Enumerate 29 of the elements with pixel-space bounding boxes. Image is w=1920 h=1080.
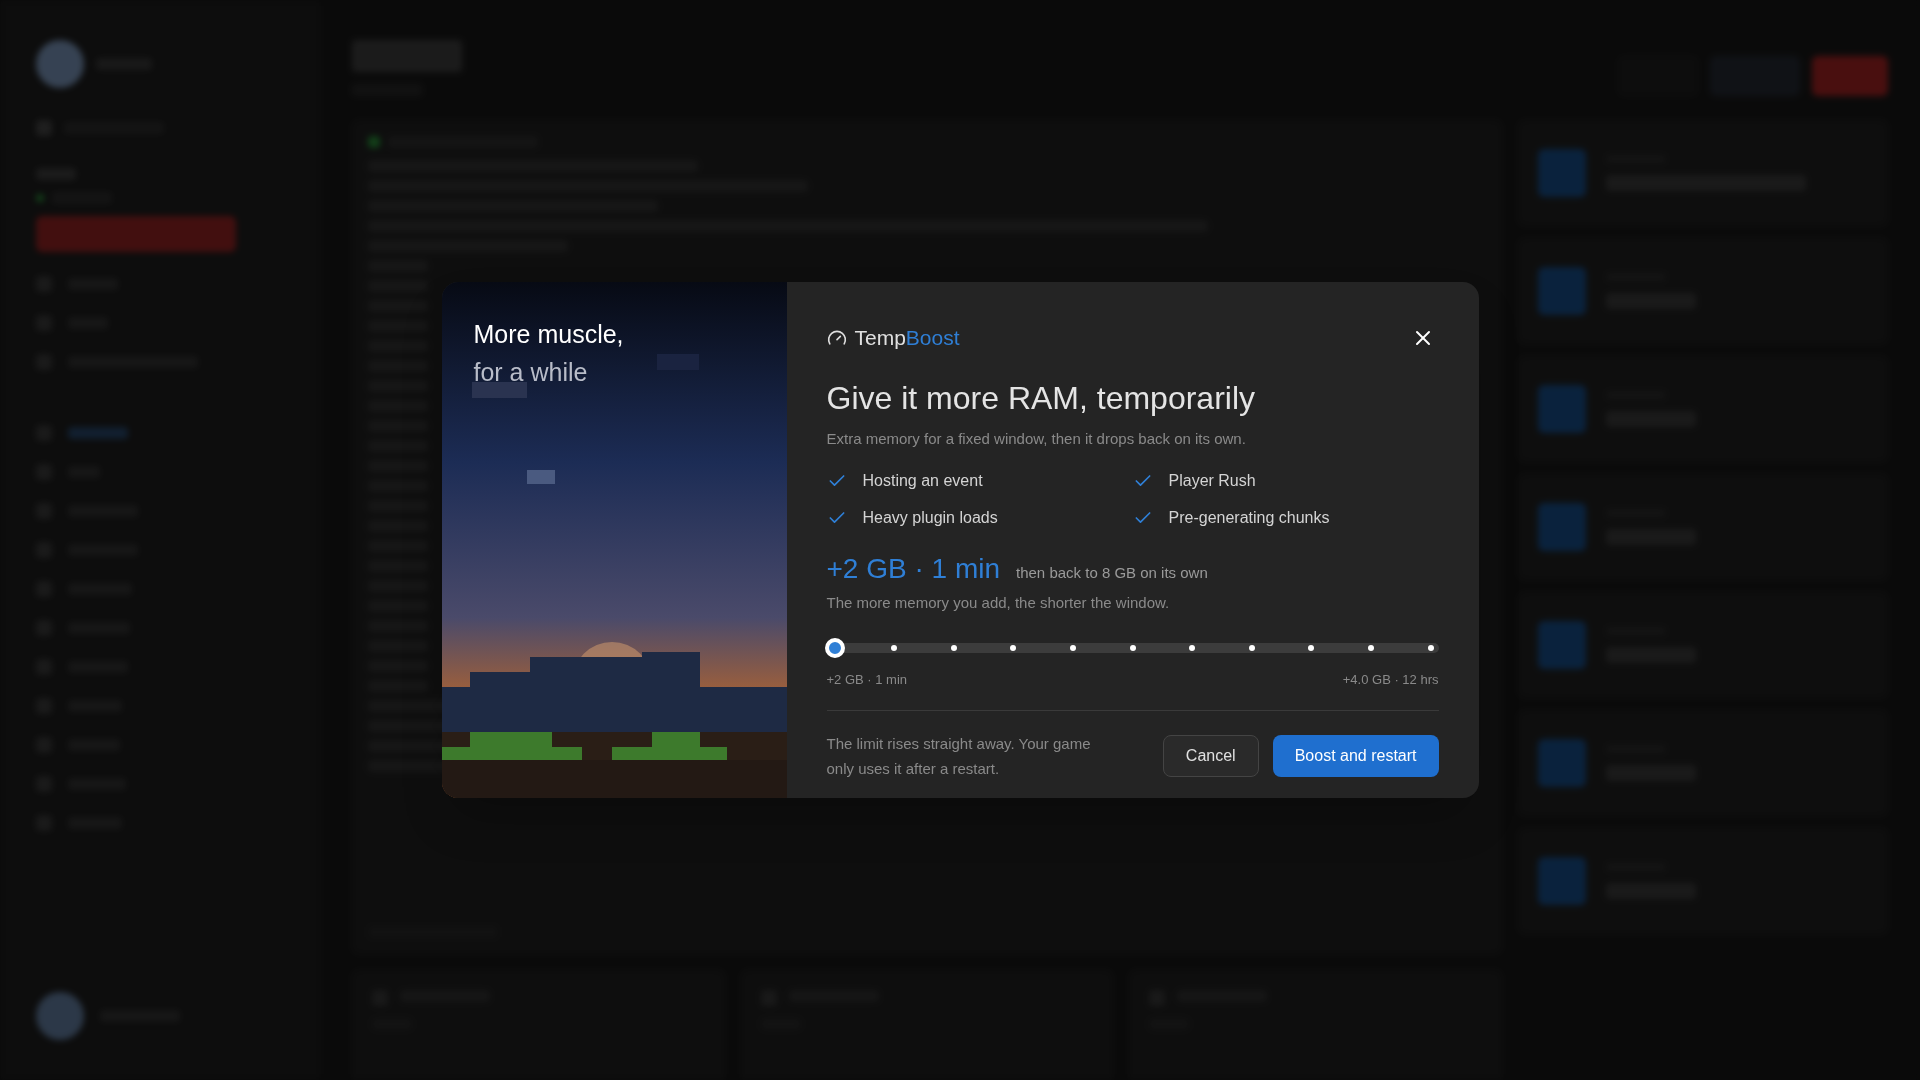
feature-label: Heavy plugin loads <box>862 507 998 528</box>
slider-stop <box>1308 645 1315 651</box>
slider-stop <box>1367 645 1374 651</box>
slider-stop <box>950 645 957 651</box>
feature-label: Player Rush <box>1168 470 1256 491</box>
slider-stop <box>891 645 898 651</box>
slider-stop <box>1129 645 1136 651</box>
feature-label: Pre-generating chunks <box>1168 507 1330 528</box>
boost-note: then back to 8 GB on its own <box>1016 562 1208 583</box>
boost-amount: +2 GB · 1 min <box>826 551 1000 586</box>
slider-stop <box>1427 645 1434 651</box>
slider-stop <box>1010 645 1017 651</box>
restart-note: The limit rises straight away. Your game only uses it after a restart. <box>826 733 1092 779</box>
slider-min-label: +2 GB · 1 min <box>826 671 908 689</box>
slider-stop <box>1069 645 1076 651</box>
promo-subline: for a while <box>473 356 589 388</box>
feature-label: Hosting an event <box>862 470 983 491</box>
gauge-icon <box>826 328 847 348</box>
dialog-title: Give it more RAM, temporarily <box>826 379 1257 418</box>
slider-stop <box>1248 645 1255 651</box>
dialog-description: Extra memory for a fixed window, then it drops back on its own. <box>826 429 1247 449</box>
slider-max-label: +4.0 GB · 12 hrs <box>1342 671 1439 689</box>
slider-stop <box>1189 645 1196 651</box>
promo-headline: More muscle, <box>473 319 625 350</box>
boost-hint: The more memory you add, the shorter the window. <box>826 592 1171 613</box>
boost-and-restart-button[interactable]: Boost and restart <box>1272 734 1439 777</box>
slider-thumb[interactable] <box>824 638 845 658</box>
brand-name: TempBoost <box>854 325 960 352</box>
cancel-button[interactable]: Cancel <box>1162 734 1259 777</box>
